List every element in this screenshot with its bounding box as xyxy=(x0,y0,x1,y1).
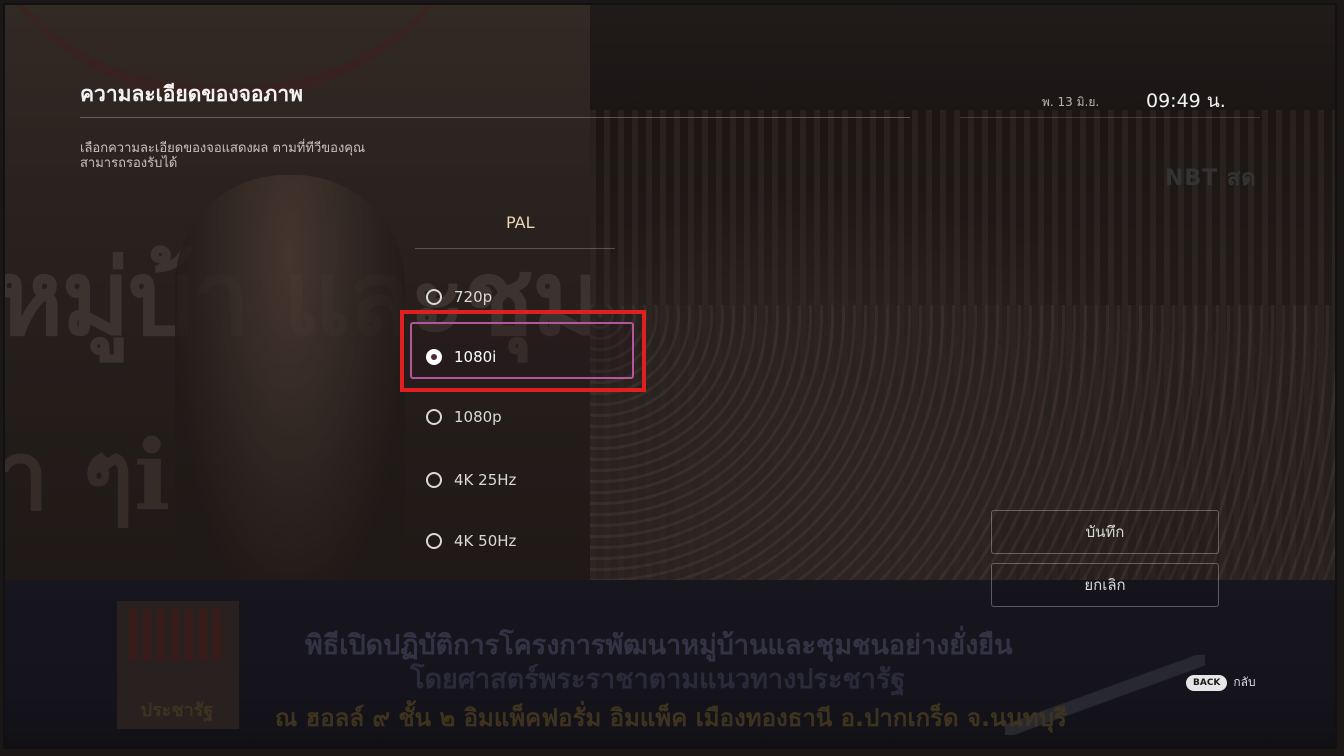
page-description: เลือกความละเอียดของจอแสดงผล ตามที่ทีวีขอ… xyxy=(80,141,366,171)
page-title: ความละเอียดของจอภาพ xyxy=(80,82,303,106)
option-label: 1080p xyxy=(454,408,502,426)
clock-date: พ. 13 มิ.ย. xyxy=(1042,95,1100,109)
back-label: กลับ xyxy=(1233,675,1256,689)
tv-screen: หมู่บ้า และชุมชน า ๆi NBT สด ประชารัฐ พิ… xyxy=(3,3,1337,749)
resolution-group-label: PAL xyxy=(506,213,535,232)
clock-time: 09:49 น. xyxy=(1146,90,1226,112)
cancel-button[interactable]: ยกเลิก xyxy=(991,563,1219,607)
title-divider xyxy=(80,117,910,118)
group-divider xyxy=(415,248,615,249)
radio-unchecked-icon xyxy=(426,533,442,549)
radio-checked-icon xyxy=(426,349,442,365)
option-label: 1080i xyxy=(454,348,497,366)
resolution-option-720p[interactable]: 720p xyxy=(426,280,636,314)
resolution-option-4k-50hz[interactable]: 4K 50Hz xyxy=(426,524,636,558)
clock-divider xyxy=(960,117,1260,118)
radio-unchecked-icon xyxy=(426,409,442,425)
radio-unchecked-icon xyxy=(426,472,442,488)
back-key-icon: BACK xyxy=(1186,674,1228,691)
resolution-option-1080i[interactable]: 1080i xyxy=(426,340,636,374)
option-label: 720p xyxy=(454,288,493,306)
back-hint[interactable]: BACK กลับ xyxy=(1186,673,1256,692)
option-label: 4K 50Hz xyxy=(454,532,517,550)
resolution-option-4k-25hz[interactable]: 4K 25Hz xyxy=(426,463,636,497)
option-label: 4K 25Hz xyxy=(454,471,517,489)
resolution-option-1080p[interactable]: 1080p xyxy=(426,400,636,434)
save-button[interactable]: บันทึก xyxy=(991,510,1219,554)
radio-unchecked-icon xyxy=(426,289,442,305)
